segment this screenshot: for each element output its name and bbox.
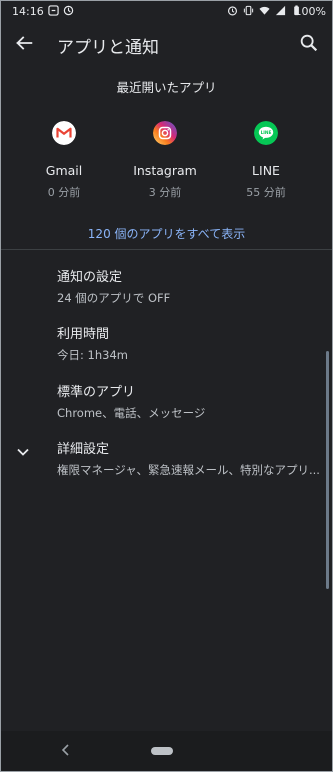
battery-level: 100%: [294, 5, 326, 18]
setting-notifications[interactable]: 通知の設定 24 個のアプリで OFF: [57, 266, 317, 306]
setting-subtitle: 24 個のアプリで OFF: [57, 291, 171, 305]
app-name: LINE: [252, 163, 280, 178]
setting-advanced[interactable]: 詳細設定 権限マネージャ、緊急速報メール、特別なアプリ...: [57, 438, 320, 478]
instagram-icon: [153, 121, 177, 145]
line-icon: LINE: [254, 121, 278, 145]
app-last-used: 0 分前: [47, 186, 81, 199]
setting-subtitle: Chrome、電話、メッセージ: [57, 406, 206, 420]
screen: 14:16 100% アプリと通知 最近開いたアプリ Gmail 0 分前 In…: [0, 0, 333, 772]
alarm-icon: [227, 6, 238, 16]
app-last-used: 3 分前: [148, 186, 182, 199]
status-time: 14:16: [12, 5, 44, 18]
sync-icon: [63, 5, 74, 16]
setting-title: 通知の設定: [57, 270, 123, 285]
recent-apps: Gmail 0 分前 Instagram 3 分前 LINE LINE 55 分…: [1, 121, 332, 201]
setting-subtitle: 今日: 1h34m: [57, 348, 128, 362]
show-all-apps-link[interactable]: 120 個のアプリをすべて表示: [1, 225, 332, 242]
page-title: アプリと通知: [57, 38, 159, 58]
nav-back-icon[interactable]: [59, 743, 73, 757]
setting-default-apps[interactable]: 標準のアプリ Chrome、電話、メッセージ: [57, 381, 317, 421]
back-arrow-icon[interactable]: [13, 32, 35, 54]
wifi-icon: [259, 6, 270, 15]
home-pill[interactable]: [151, 747, 173, 755]
recent-app-gmail[interactable]: Gmail 0 分前: [19, 121, 109, 200]
setting-title: 利用時間: [57, 327, 110, 342]
setting-subtitle: 権限マネージャ、緊急速報メール、特別なアプリ...: [57, 463, 320, 477]
setting-title: 詳細設定: [57, 442, 110, 457]
navigation-bar: [1, 731, 332, 771]
setting-title: 標準のアプリ: [57, 385, 136, 400]
divider: [1, 249, 332, 250]
signal-icon: [275, 5, 286, 16]
app-bar: アプリと通知: [1, 23, 332, 63]
notification-icon: [48, 5, 59, 16]
app-name: Instagram: [133, 163, 197, 178]
app-last-used: 55 分前: [246, 186, 286, 199]
search-icon[interactable]: [298, 32, 320, 54]
recent-apps-heading: 最近開いたアプリ: [116, 80, 217, 95]
svg-text:LINE: LINE: [261, 130, 272, 136]
setting-screen-time[interactable]: 利用時間 今日: 1h34m: [57, 323, 317, 363]
scrollbar[interactable]: [326, 351, 329, 589]
status-bar: 14:16 100%: [1, 1, 332, 23]
recent-app-line[interactable]: LINE LINE 55 分前: [221, 121, 311, 200]
vibrate-icon: [243, 5, 254, 16]
recent-app-instagram[interactable]: Instagram 3 分前: [120, 121, 210, 200]
app-name: Gmail: [45, 163, 83, 178]
chevron-down-icon[interactable]: [15, 444, 31, 460]
gmail-icon: [52, 121, 76, 145]
